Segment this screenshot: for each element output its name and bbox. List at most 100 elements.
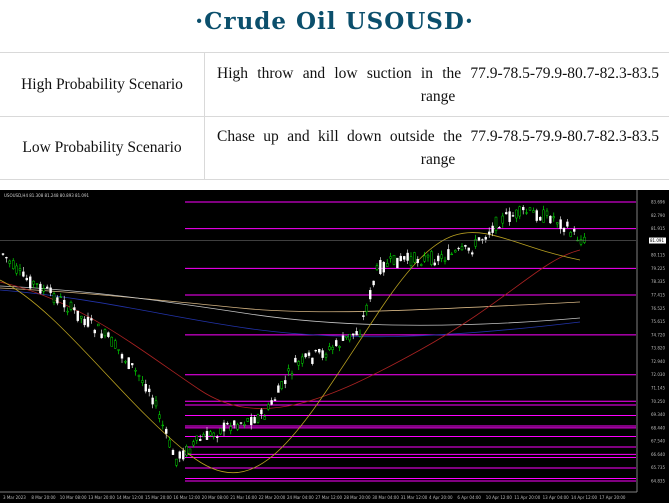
price-tick-label: 72.940 xyxy=(651,359,665,364)
price-tick-label: 76.525 xyxy=(651,306,665,311)
candle-body xyxy=(127,357,131,370)
candle-body xyxy=(372,280,375,286)
candle-body xyxy=(569,232,572,237)
candle-body xyxy=(566,221,569,227)
candle-body xyxy=(198,439,202,441)
chart-canvas[interactable]: USOUSD,H4 81.308 81.248 80.893 81.091 83… xyxy=(0,190,669,503)
candle-body xyxy=(454,250,457,253)
candle-body xyxy=(277,385,280,393)
price-tick-label: 75.615 xyxy=(651,319,665,324)
candle-body xyxy=(392,255,396,265)
candle-body xyxy=(110,336,114,347)
candle-body xyxy=(420,264,423,266)
candle-body xyxy=(447,249,450,260)
candle-body xyxy=(389,256,392,259)
candle-body xyxy=(79,315,83,319)
table-row: High Probability Scenario High throw and… xyxy=(0,52,669,117)
candle-body xyxy=(515,209,518,219)
candle-body xyxy=(549,215,552,224)
candle-body xyxy=(249,417,253,426)
candle-body xyxy=(542,209,545,223)
candle-body xyxy=(273,399,277,401)
candle-body xyxy=(76,310,80,321)
candle-body xyxy=(301,356,304,364)
candle-body xyxy=(260,409,263,415)
candle-body xyxy=(158,414,161,419)
candle-body xyxy=(341,335,345,341)
candle-body xyxy=(103,329,107,337)
candle-body xyxy=(15,265,18,274)
time-tick-label: 6 Apr 04:00 xyxy=(457,495,481,500)
time-tick-label: 13 Mar 20:00 xyxy=(88,495,115,500)
price-tick-label: 67.540 xyxy=(651,439,665,444)
candle-body xyxy=(528,207,532,211)
time-tick-label: 3 Mar 2023 xyxy=(3,495,26,500)
time-tick-label: 10 Mar 08:00 xyxy=(60,495,87,500)
time-tick-label: 27 Mar 12:00 xyxy=(315,495,342,500)
time-tick-label: 20 Mar 08:00 xyxy=(202,495,229,500)
candle-body xyxy=(287,368,290,372)
candle-body xyxy=(362,315,365,317)
candle-body xyxy=(205,431,209,440)
price-tick-label: 78.335 xyxy=(651,279,665,284)
candle-body xyxy=(267,404,270,410)
candle-body xyxy=(229,426,233,431)
candle-body xyxy=(219,428,222,435)
time-tick-label: 24 Mar 04:00 xyxy=(287,495,314,500)
price-tick-label: 77.415 xyxy=(651,293,665,298)
candle-body xyxy=(209,431,212,436)
candle-body xyxy=(294,357,297,363)
candle-body xyxy=(409,256,413,266)
price-tick-label: 64.835 xyxy=(651,479,665,484)
candle-body xyxy=(464,245,467,247)
candle-body xyxy=(134,370,137,372)
candle-body xyxy=(508,211,511,222)
time-axis: 3 Mar 2023 8 Mar 20:00 10 Mar 08:00 13 Mar … xyxy=(0,491,637,500)
title-bar: ·Crude Oil USOUSD· xyxy=(0,0,669,52)
candle-body xyxy=(311,357,314,364)
time-tick-label: 8 Mar 20:00 xyxy=(31,495,56,500)
candle-body xyxy=(297,361,300,366)
candle-body xyxy=(56,297,59,304)
scenario-text-high: High throw and low suction in the 77.9-7… xyxy=(204,52,669,117)
candle-body xyxy=(25,277,28,281)
candle-body xyxy=(73,307,76,311)
time-tick-label: 15 Mar 20:00 xyxy=(145,495,172,500)
candle-body xyxy=(270,400,273,405)
candle-body xyxy=(488,231,491,235)
candle-body xyxy=(154,400,158,407)
table-row: Low Probability Scenario Chase up and ki… xyxy=(0,116,669,180)
price-tick-label: 71.145 xyxy=(651,386,665,391)
price-tick-label: 81.915 xyxy=(651,226,665,231)
candle-body xyxy=(117,349,120,351)
candle-body xyxy=(171,450,175,455)
candle-body xyxy=(32,280,35,285)
candle-body xyxy=(522,207,525,211)
candle-body xyxy=(147,388,151,393)
candle-body xyxy=(8,260,12,264)
candle-body xyxy=(328,346,331,350)
candle-body xyxy=(539,217,542,221)
price-chart[interactable]: USOUSD,H4 81.308 81.248 80.893 81.091 83… xyxy=(0,190,669,503)
candle-body xyxy=(96,323,100,327)
candle-body xyxy=(552,216,555,219)
candle-body xyxy=(253,417,256,424)
candle-body xyxy=(304,353,307,358)
candle-body xyxy=(236,424,239,430)
moving-average-line xyxy=(0,289,581,338)
candle-body xyxy=(460,246,464,251)
candle-body xyxy=(124,360,127,363)
time-tick-label: 28 Mar 20:00 xyxy=(344,495,371,500)
candle-body xyxy=(29,276,32,289)
candle-body xyxy=(66,310,69,313)
price-tick-label: 68.440 xyxy=(651,425,665,430)
candle-body xyxy=(573,229,576,232)
candle-body xyxy=(559,219,562,229)
candle-body xyxy=(443,259,447,262)
candle-body xyxy=(280,381,283,389)
price-tick-label: 65.735 xyxy=(651,465,665,470)
time-tick-label: 13 Apr 04:00 xyxy=(543,495,570,500)
time-tick-label: 4 Apr 20:00 xyxy=(429,495,453,500)
price-tick-label: 82.790 xyxy=(651,213,665,218)
candle-body xyxy=(86,316,90,327)
